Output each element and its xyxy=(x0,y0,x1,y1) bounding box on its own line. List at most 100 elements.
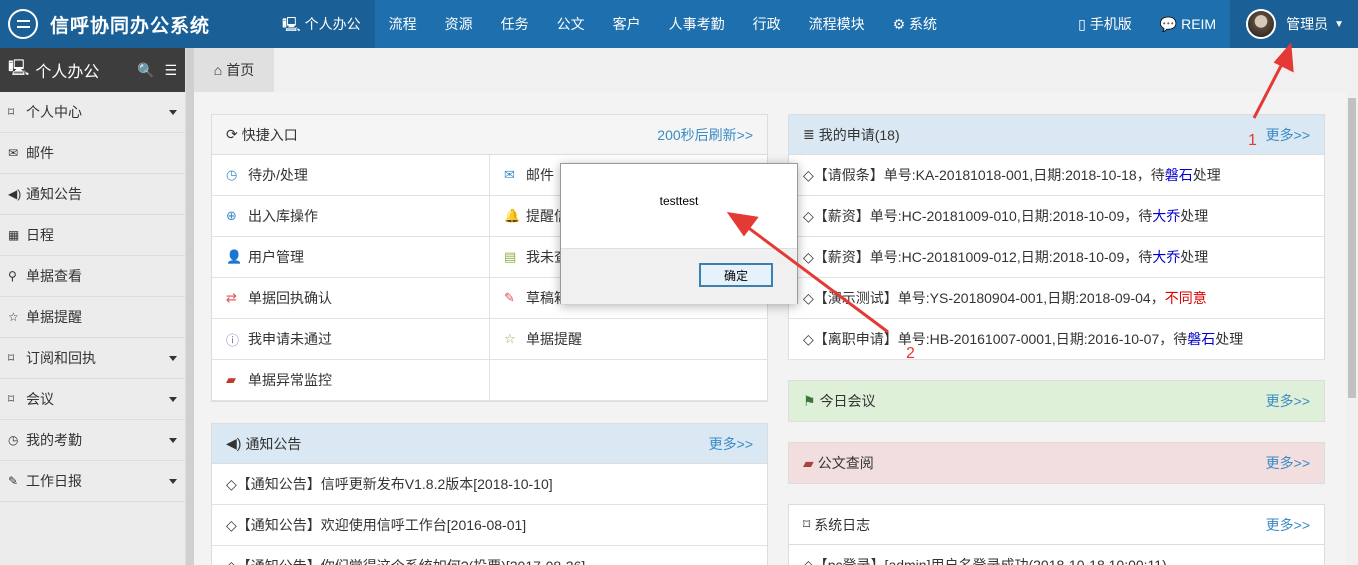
refresh-countdown-link[interactable]: 200秒后刷新>> xyxy=(657,125,753,145)
quick-entry-item[interactable]: ▰ 单据异常监控 xyxy=(212,360,490,401)
application-text: ◇【请假条】单号:KA-20181018-001,日期:2018-10-18，待 xyxy=(803,167,1165,183)
dialog-message: testtest xyxy=(659,194,699,208)
meeting-header: ⚑ 今日会议 更多>> xyxy=(789,381,1324,421)
sidebar-item-doc-view[interactable]: ⚲ 单据查看 xyxy=(0,256,185,297)
search-icon: ⚲ xyxy=(8,269,17,283)
quick-entry-item[interactable]: ⓘ 我申请未通过 xyxy=(212,319,490,360)
docs-more-link[interactable]: 更多>> xyxy=(1266,453,1310,473)
nav-workflow[interactable]: 流程 xyxy=(375,0,431,48)
today-meeting-panel: ⚑ 今日会议 更多>> xyxy=(788,380,1325,422)
main-nav: 🖳 个人办公 流程 资源 任务 公文 客户 人事考勤 行政 流程模块 ⚙ 系统 xyxy=(268,0,951,48)
nav-tasks[interactable]: 任务 xyxy=(487,0,543,48)
sidebar-item-subscribe[interactable]: ⌑ 订阅和回执 xyxy=(0,338,185,379)
quick-entry-item[interactable]: ☆ 单据提醒 xyxy=(490,319,768,360)
exchange-icon: ⇄ xyxy=(226,290,237,305)
application-text: ◇【离职申请】单号:HB-20161007-0001,日期:2016-10-07… xyxy=(803,331,1188,347)
sidebar-item-doc-remind[interactable]: ☆ 单据提醒 xyxy=(0,297,185,338)
desktop-icon: 🖳 xyxy=(282,16,305,32)
gear-icon: ⚙ xyxy=(892,16,910,32)
scrollbar-thumb[interactable] xyxy=(1348,98,1356,398)
logo[interactable]: 信呼协同办公系统 xyxy=(0,0,268,48)
envelope-icon: ✉ xyxy=(504,167,515,182)
caret-down-icon xyxy=(169,478,177,484)
star-icon: ☆ xyxy=(8,310,19,324)
mobile-link[interactable]: ▯ 手机版 xyxy=(1064,0,1146,48)
briefcase-icon: ▰ xyxy=(226,372,236,387)
docs-title: 公文查阅 xyxy=(817,455,874,471)
quick-entry-label: 单据提醒 xyxy=(526,331,582,347)
tab-home[interactable]: ⌂ 首页 xyxy=(194,48,274,92)
notice-more-link[interactable]: 更多>> xyxy=(709,434,753,454)
user-menu[interactable]: 管理员 ▼ xyxy=(1230,0,1358,48)
application-item[interactable]: ◇【离职申请】单号:HB-20161007-0001,日期:2016-10-07… xyxy=(789,319,1324,360)
quick-entry-title: 快捷入口 xyxy=(241,126,298,143)
sidebar-item-meeting[interactable]: ⌑ 会议 xyxy=(0,379,185,420)
application-handler: 磐石 xyxy=(1187,331,1216,347)
sidebar-item-attendance[interactable]: ◷ 我的考勤 xyxy=(0,420,185,461)
sidebar-item-notice[interactable]: ◀) 通知公告 xyxy=(0,174,185,215)
nav-personal-office[interactable]: 🖳 个人办公 xyxy=(268,0,375,48)
dialog-footer: 确定 xyxy=(561,248,797,304)
notice-header: ◀) 通知公告 更多>> xyxy=(212,424,767,464)
applications-list: ◇【请假条】单号:KA-20181018-001,日期:2018-10-18，待… xyxy=(789,155,1324,360)
notice-item[interactable]: ◇【通知公告】欢迎使用信呼工作台[2016-08-01] xyxy=(212,505,767,546)
caret-down-icon: ▼ xyxy=(1334,18,1344,30)
application-item[interactable]: ◇【演示测试】单号:YS-20180904-001,日期:2018-09-04，… xyxy=(789,278,1324,319)
quick-entry-label: 出入库操作 xyxy=(248,208,318,224)
applications-more-link[interactable]: 更多>> xyxy=(1266,125,1310,145)
user-icon: 👤 xyxy=(226,249,243,264)
document-review-panel: ▰ 公文查阅 更多>> xyxy=(788,442,1325,484)
bookmark-icon: ⌑ xyxy=(803,516,811,532)
application-status: 处理 xyxy=(1215,331,1244,347)
application-text: ◇【演示测试】单号:YS-20180904-001,日期:2018-09-04， xyxy=(803,290,1165,306)
application-status: 处理 xyxy=(1192,167,1221,183)
notice-item[interactable]: ◇【通知公告】信呼更新发布V1.8.2版本[2018-10-10] xyxy=(212,464,767,505)
book-icon: ▤ xyxy=(504,249,517,264)
annotation-label-1: 1 xyxy=(1248,132,1257,149)
application-item[interactable]: ◇【薪资】单号:HC-20181009-012,日期:2018-10-09，待大… xyxy=(789,237,1324,278)
menu-icon[interactable]: ☰ xyxy=(164,62,177,79)
sidebar-item-daily-report[interactable]: ✎ 工作日报 xyxy=(0,461,185,502)
bookmark-icon: ⌑ xyxy=(8,105,15,119)
syslog-more-link[interactable]: 更多>> xyxy=(1266,515,1310,535)
nav-customers[interactable]: 客户 xyxy=(599,0,655,48)
flag-icon: ⚑ xyxy=(803,392,816,409)
syslog-item[interactable]: ◇【pc登录】[admin]用户名登录成功(2018-10-18 10:00:1… xyxy=(789,545,1324,565)
nav-resources[interactable]: 资源 xyxy=(431,0,487,48)
content-scrollbar[interactable] xyxy=(1346,92,1358,565)
bookmark-icon: ⌑ xyxy=(8,392,15,406)
sidebar-splitter[interactable] xyxy=(186,48,194,565)
application-handler: 大乔 xyxy=(1152,249,1181,265)
plus-circle-icon: ⊕ xyxy=(226,208,237,223)
meeting-more-link[interactable]: 更多>> xyxy=(1266,391,1310,411)
star-icon: ☆ xyxy=(504,331,516,346)
nav-flow-modules[interactable]: 流程模块 xyxy=(795,0,879,48)
sidebar-item-personal-center[interactable]: ⌑ 个人中心 xyxy=(0,92,185,133)
clock-icon: ◷ xyxy=(226,167,238,182)
quick-entry-label: 邮件 xyxy=(526,167,554,183)
quick-entry-label: 单据回执确认 xyxy=(248,290,332,306)
quick-entry-item[interactable]: ◷ 待办/处理 xyxy=(212,155,490,196)
bell-icon: 🔔 xyxy=(504,208,521,223)
sidebar-item-mail[interactable]: ✉ 邮件 xyxy=(0,133,185,174)
nav-hr-attendance[interactable]: 人事考勤 xyxy=(655,0,739,48)
ok-button[interactable]: 确定 xyxy=(699,263,773,287)
quick-entry-item[interactable]: 👤 用户管理 xyxy=(212,237,490,278)
nav-documents[interactable]: 公文 xyxy=(543,0,599,48)
nav-admin[interactable]: 行政 xyxy=(739,0,795,48)
envelope-icon: ✉ xyxy=(8,146,19,160)
reim-link[interactable]: 💬 REIM xyxy=(1146,0,1230,48)
application-item[interactable]: ◇【薪资】单号:HC-20181009-010,日期:2018-10-09，待大… xyxy=(789,196,1324,237)
meeting-title: 今日会议 xyxy=(819,393,876,409)
applications-header: ≣ 我的申请(18) 更多>> xyxy=(789,115,1324,155)
application-item[interactable]: ◇【请假条】单号:KA-20181018-001,日期:2018-10-18，待… xyxy=(789,155,1324,196)
nav-system[interactable]: ⚙ 系统 xyxy=(879,0,951,48)
home-icon: ⌂ xyxy=(213,62,223,78)
sidebar-item-schedule[interactable]: ▦ 日程 xyxy=(0,215,185,256)
notice-title: 通知公告 xyxy=(245,435,302,452)
quick-entry-item[interactable]: ⊕ 出入库操作 xyxy=(212,196,490,237)
quick-entry-label: 单据异常监控 xyxy=(248,372,332,388)
quick-entry-item[interactable]: ⇄ 单据回执确认 xyxy=(212,278,490,319)
notice-item[interactable]: ◇【通知公告】你们觉得这个系统如何?(投票)[2017-08-26] xyxy=(212,546,767,565)
search-icon[interactable]: 🔍 xyxy=(137,62,154,79)
